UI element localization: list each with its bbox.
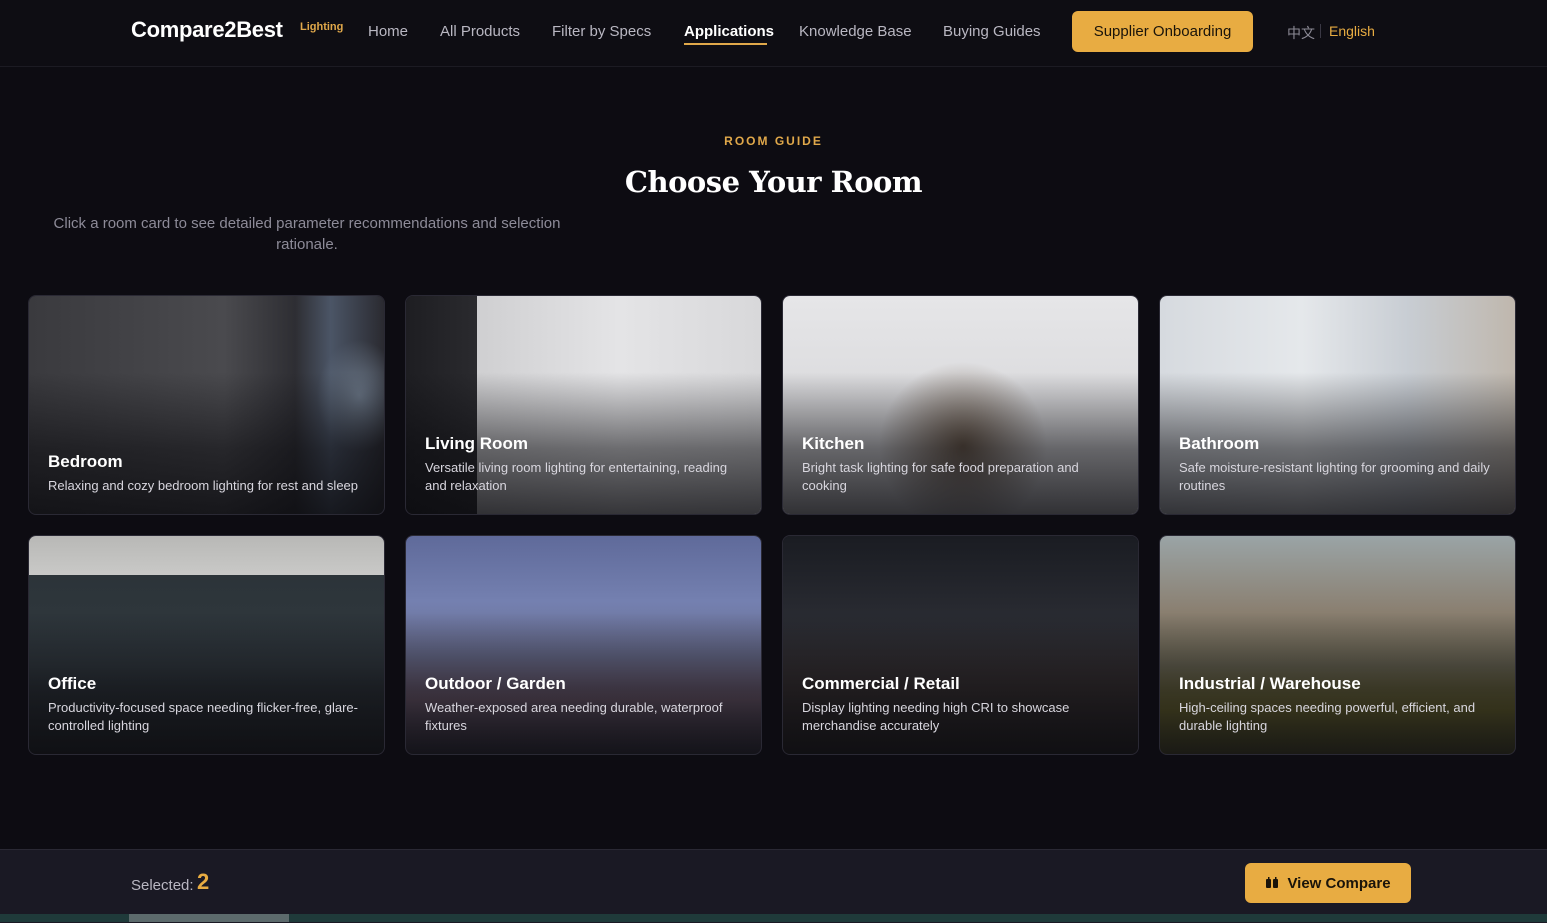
nav-link-home[interactable]: Home [368, 23, 408, 40]
room-card-desc: Bright task lighting for safe food prepa… [802, 460, 1079, 493]
section-eyebrow: ROOM GUIDE [724, 134, 823, 148]
bottom-strip-highlight [129, 914, 289, 922]
lang-divider [1320, 24, 1321, 38]
view-compare-button[interactable]: View Compare [1245, 863, 1411, 903]
view-compare-label: View Compare [1287, 874, 1391, 892]
nav-link-applications[interactable]: Applications [684, 23, 774, 40]
room-card-title: Industrial / Warehouse [1179, 674, 1361, 693]
room-card-bathroom[interactable]: Bathroom Safe moisture-resistant lightin… [1159, 295, 1516, 515]
lang-zh-link[interactable]: 中文 [1287, 23, 1315, 43]
room-card-desc: Versatile living room lighting for enter… [425, 460, 728, 493]
room-card-title: Commercial / Retail [802, 674, 960, 693]
brand-logo[interactable]: Compare2Best [131, 17, 283, 43]
room-card-desc: Safe moisture-resistant lighting for gro… [1179, 460, 1490, 493]
room-card-commercial-retail[interactable]: Commercial / Retail Display lighting nee… [782, 535, 1139, 755]
nav-link-knowledge-base[interactable]: Knowledge Base [799, 23, 912, 40]
compare-bar: Selected: 2 View Compare [0, 849, 1547, 923]
room-card-title: Bedroom [48, 452, 123, 471]
room-card-title: Kitchen [802, 434, 865, 453]
brand-tag: Lighting [300, 21, 344, 33]
lang-en-link[interactable]: English [1329, 23, 1375, 39]
active-nav-indicator [684, 43, 767, 45]
room-card-title: Office [48, 674, 97, 693]
room-card-desc: Display lighting needing high CRI to sho… [802, 700, 1070, 733]
room-card-bedroom[interactable]: Bedroom Relaxing and cozy bedroom lighti… [28, 295, 385, 515]
room-card-desc: High-ceiling spaces needing powerful, ef… [1179, 700, 1476, 733]
page-title: Choose Your Room [624, 165, 923, 199]
room-card-title: Living Room [425, 434, 528, 453]
room-card-kitchen[interactable]: Kitchen Bright task lighting for safe fo… [782, 295, 1139, 515]
room-card-office[interactable]: Office Productivity-focused space needin… [28, 535, 385, 755]
supplier-onboarding-button[interactable]: Supplier Onboarding [1072, 11, 1253, 52]
compare-icon [1266, 877, 1279, 888]
room-card-desc: Productivity-focused space needing flick… [48, 700, 358, 733]
room-card-industrial-warehouse[interactable]: Industrial / Warehouse High-ceiling spac… [1159, 535, 1516, 755]
nav-link-buying-guides[interactable]: Buying Guides [943, 23, 1041, 40]
room-card-outdoor-garden[interactable]: Outdoor / Garden Weather-exposed area ne… [405, 535, 762, 755]
page-subtitle: Click a room card to see detailed parame… [53, 215, 561, 253]
room-card-desc: Weather-exposed area needing durable, wa… [425, 700, 723, 733]
room-card-title: Outdoor / Garden [425, 674, 566, 693]
selected-label: Selected: [131, 877, 194, 894]
room-card-living-room[interactable]: Living Room Versatile living room lighti… [405, 295, 762, 515]
room-card-desc: Relaxing and cozy bedroom lighting for r… [48, 478, 359, 493]
top-nav: Compare2Best Lighting Home All Products … [0, 0, 1547, 67]
selected-count: 2 [197, 869, 210, 894]
nav-link-all-products[interactable]: All Products [440, 23, 520, 40]
room-card-title: Bathroom [1179, 434, 1260, 453]
nav-link-filter-by-specs[interactable]: Filter by Specs [552, 23, 651, 40]
